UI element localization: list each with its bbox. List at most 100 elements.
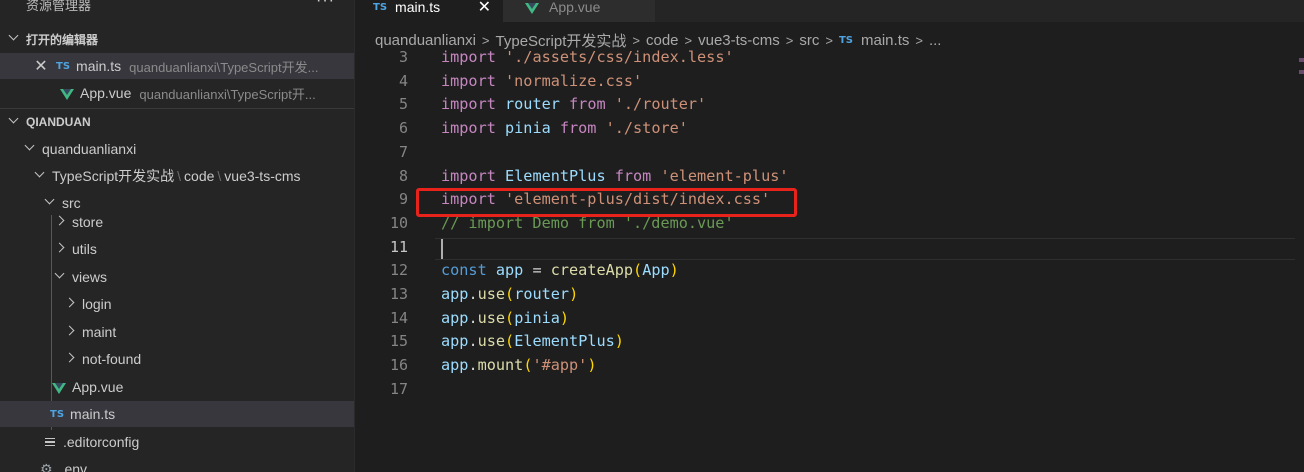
code-line[interactable]: 10// import Demo from './demo.vue' (355, 214, 1304, 238)
chevron-right-icon (62, 326, 76, 338)
chevron-down-icon (6, 33, 20, 45)
tree-file-main-ts[interactable]: TS main.ts (0, 401, 355, 427)
code-text: app.mount('#app') (441, 356, 597, 374)
folder-label: views (72, 269, 108, 285)
chevron-right-icon (52, 216, 66, 228)
tree-file-app-vue[interactable]: App.vue (0, 374, 355, 400)
typescript-file-icon: TS (838, 34, 854, 46)
code-token: ) (587, 356, 597, 375)
line-number: 3 (398, 48, 408, 66)
chevron-down-icon (42, 197, 56, 209)
explorer-title: 资源管理器 (26, 0, 92, 13)
more-actions-icon[interactable]: ··· (316, 0, 335, 10)
open-editors-section[interactable]: 打开的编辑器 (0, 26, 355, 52)
code-line[interactable]: 16 app.mount('#app') (355, 356, 1304, 380)
code-token: app (441, 308, 469, 327)
code-line[interactable]: 5 import router from './router' (355, 95, 1304, 119)
workspace-section[interactable]: QIANDUAN (0, 108, 355, 134)
close-icon[interactable]: ✕ (32, 56, 50, 76)
folder-label-part: vue3-ts-cms (224, 168, 301, 184)
code-line[interactable]: 11 (355, 237, 1304, 262)
code-token: ElementPlus (505, 166, 606, 185)
line-number: 4 (398, 71, 408, 90)
code-editor[interactable]: 3 import './assets/css/index.less' 4 import… (355, 48, 1304, 472)
code-token: app (441, 356, 469, 375)
chevron-down-icon (22, 143, 36, 155)
open-editor-main-ts[interactable]: ✕ TS main.ts quanduanlianxi\TypeScript开发… (0, 53, 355, 79)
tree-folder-quanduanlianxi[interactable]: quanduanlianxi (0, 136, 355, 162)
code-token: ElementPlus (514, 332, 615, 351)
code-line[interactable]: 3 import './assets/css/index.less' (355, 48, 1304, 72)
code-line[interactable]: 17 (355, 380, 1304, 404)
tree-folder-views[interactable]: views (0, 264, 355, 290)
open-editors-label: 打开的编辑器 (26, 32, 99, 47)
code-token: createApp (550, 261, 634, 280)
folder-label: login (82, 296, 112, 312)
chevron-right-icon (52, 243, 66, 255)
code-text: app.use(pinia) (441, 309, 569, 327)
code-text: import 'normalize.css' (441, 72, 642, 90)
breadcrumb-item[interactable]: main.ts (861, 32, 909, 49)
typescript-file-icon: TS (373, 1, 388, 13)
code-token: router (505, 95, 560, 114)
code-line[interactable]: 4 import 'normalize.css' (355, 72, 1304, 96)
code-line[interactable]: 6 import pinia from './store' (355, 119, 1304, 143)
breadcrumb-item[interactable]: quanduanlianxi (375, 32, 476, 49)
path-separator: \ (217, 168, 222, 184)
code-line[interactable]: 13 app.use(router) (355, 285, 1304, 309)
annotation-highlight-box (416, 188, 797, 217)
line-number: 17 (389, 379, 408, 398)
code-token: './store' (605, 119, 688, 138)
open-editor-filename: App.vue (80, 85, 132, 101)
breadcrumb-item[interactable]: src (799, 32, 819, 49)
chevron-right-icon: > (915, 32, 923, 48)
code-line[interactable]: 14 app.use(pinia) (355, 309, 1304, 333)
text-cursor (441, 238, 443, 259)
tree-folder-maint[interactable]: maint (0, 319, 355, 345)
line-number: 5 (398, 95, 408, 114)
tree-folder-store[interactable]: store (0, 209, 355, 235)
code-token: app (441, 285, 469, 303)
workspace-label: QIANDUAN (26, 114, 91, 129)
tree-folder-not-found[interactable]: not-found (0, 346, 355, 372)
line-number: 9 (398, 190, 408, 209)
breadcrumb-item[interactable]: ... (929, 32, 942, 49)
code-token: = (523, 261, 551, 280)
code-line[interactable]: 15 app.use(ElementPlus) (355, 332, 1304, 356)
code-token: import (441, 119, 506, 138)
tab-app-vue[interactable]: App.vue (503, 0, 655, 22)
code-token: use (477, 285, 506, 303)
code-text: import ElementPlus from 'element-plus' (441, 167, 789, 185)
code-token: ( (505, 285, 515, 303)
tree-folder-login[interactable]: login (0, 291, 355, 317)
code-token: use (477, 308, 506, 327)
code-token: from (550, 119, 606, 138)
code-line[interactable]: 8 import ElementPlus from 'element-plus' (355, 167, 1304, 191)
open-editor-path: quanduanlianxi\TypeScript开... (139, 86, 316, 102)
code-token: use (477, 332, 506, 351)
code-line[interactable]: 7 (355, 143, 1304, 167)
breadcrumb-item[interactable]: code (646, 32, 679, 49)
code-token: mount (477, 356, 524, 375)
close-icon[interactable]: ✕ (478, 0, 491, 17)
tree-folder-utils[interactable]: utils (0, 236, 355, 262)
line-number: 12 (389, 261, 408, 280)
open-editor-app-vue[interactable]: App.vue quanduanlianxi\TypeScript开... (0, 80, 355, 106)
tab-label: App.vue (549, 0, 601, 15)
code-token: App (642, 261, 670, 280)
chevron-right-icon: > (481, 32, 490, 48)
line-number: 13 (389, 285, 408, 303)
code-token: ( (505, 332, 515, 351)
code-text: const app = createApp(App) (441, 261, 679, 279)
path-separator: \ (177, 168, 182, 184)
breadcrumb-item[interactable]: vue3-ts-cms (698, 32, 780, 49)
tab-main-ts[interactable]: TS main.ts ✕ (355, 0, 503, 22)
tree-folder-project[interactable]: TypeScript开发实战 \ code \ vue3-ts-cms (0, 163, 355, 189)
code-token: pinia (514, 308, 560, 327)
code-token: ) (614, 332, 624, 351)
code-line[interactable]: 12 const app = createApp(App) (355, 261, 1304, 285)
code-token: . (468, 356, 478, 375)
tree-file-env[interactable]: ⚙ .env (0, 456, 355, 472)
code-text: import pinia from './store' (441, 119, 688, 137)
tree-file-editorconfig[interactable]: .editorconfig (0, 429, 355, 455)
